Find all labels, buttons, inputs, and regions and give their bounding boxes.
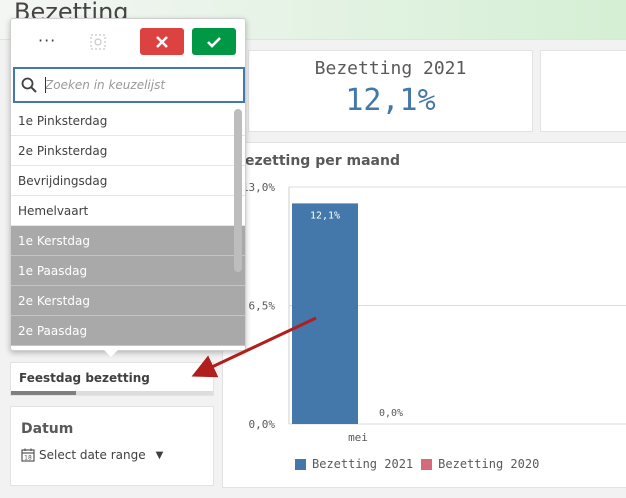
listbox-items: 1e Pinksterdag 2e Pinksterdag Bevrijdingsd… [11,106,245,350]
caret-down-icon: ▼ [155,449,164,461]
y-tick-label: 6,5% [249,300,276,313]
legend-label-2021: Bezetting 2021 [312,457,414,471]
popover-pointer [104,350,118,357]
close-icon [156,35,168,48]
search-icon [21,77,37,93]
feestdag-filter-pane[interactable]: Feestdag bezetting [10,362,214,396]
date-range-picker[interactable]: 18 Select date range ▼ [21,448,163,462]
date-filter-pane: Datum 18 Select date range ▼ [10,406,214,486]
search-input[interactable] [45,76,235,94]
legend-item-2021[interactable]: Bezetting 2021 [295,457,413,471]
x-tick-label: mei [348,431,368,444]
bar-data-label: 0,0% [379,408,403,419]
bar[interactable] [292,203,358,424]
cancel-selection-button[interactable] [140,28,184,55]
kpi-card[interactable]: Bezetting 2021 12,1% [248,50,533,132]
filter-label: Feestdag bezetting [19,371,150,385]
legend-swatch-2021 [295,458,306,470]
more-options-button[interactable]: ··· [38,31,56,50]
filter-selection-bar-fill [11,391,76,395]
y-tick-label: 13,0% [242,181,275,194]
listbox-item[interactable]: 1e Pinksterdag [11,106,245,136]
date-range-label: Select date range [39,448,146,462]
listbox-item[interactable]: 1e Paasdag [11,256,245,286]
listbox-item[interactable]: 2e Pinksterdag [11,136,245,166]
svg-text:18: 18 [24,455,32,462]
bar-chart-card[interactable]: bezetting per maand 0,0% 6,5% 13,0% 12,1% 0,… [222,142,626,488]
listbox-popover: ··· 1e Pinksterdag2e PinksterdagBevrijdi… [10,18,246,351]
filter-selection-bar [11,391,213,395]
calendar-icon: 18 [21,448,35,462]
bar-data-label: 12,1% [310,210,340,221]
listbox-item[interactable]: 1e Kerstdag [11,226,245,256]
selection-toolbar: ··· [11,19,245,65]
kpi-card-secondary[interactable] [540,50,626,132]
listbox-item[interactable]: 2e Kerstdag [11,286,245,316]
kpi-title: Bezetting 2021 [314,58,467,79]
text-cursor [45,77,46,93]
y-tick-label: 0,0% [249,418,276,431]
listbox-scrollbar[interactable] [234,109,242,272]
kpi-value: 12,1% [345,83,436,118]
chart-legend: Bezetting 2021 Bezetting 2020 [295,457,547,471]
checkmark-icon [207,36,221,48]
listbox-item[interactable]: Bevrijdingsdag [11,166,245,196]
clear-selection-icon[interactable] [89,33,107,51]
legend-swatch-2020 [421,458,433,470]
listbox-item[interactable]: Hemelvaart [11,196,245,226]
bar-chart: 0,0% 6,5% 13,0% 12,1% 0,0% mei [242,181,626,444]
date-title: Datum [21,421,74,437]
confirm-selection-button[interactable] [192,28,236,55]
legend-item-2020[interactable]: Bezetting 2020 [421,457,539,471]
listbox-search[interactable] [13,67,245,103]
legend-label-2020: Bezetting 2020 [438,457,540,471]
listbox-item[interactable]: 2e Paasdag [11,316,245,346]
